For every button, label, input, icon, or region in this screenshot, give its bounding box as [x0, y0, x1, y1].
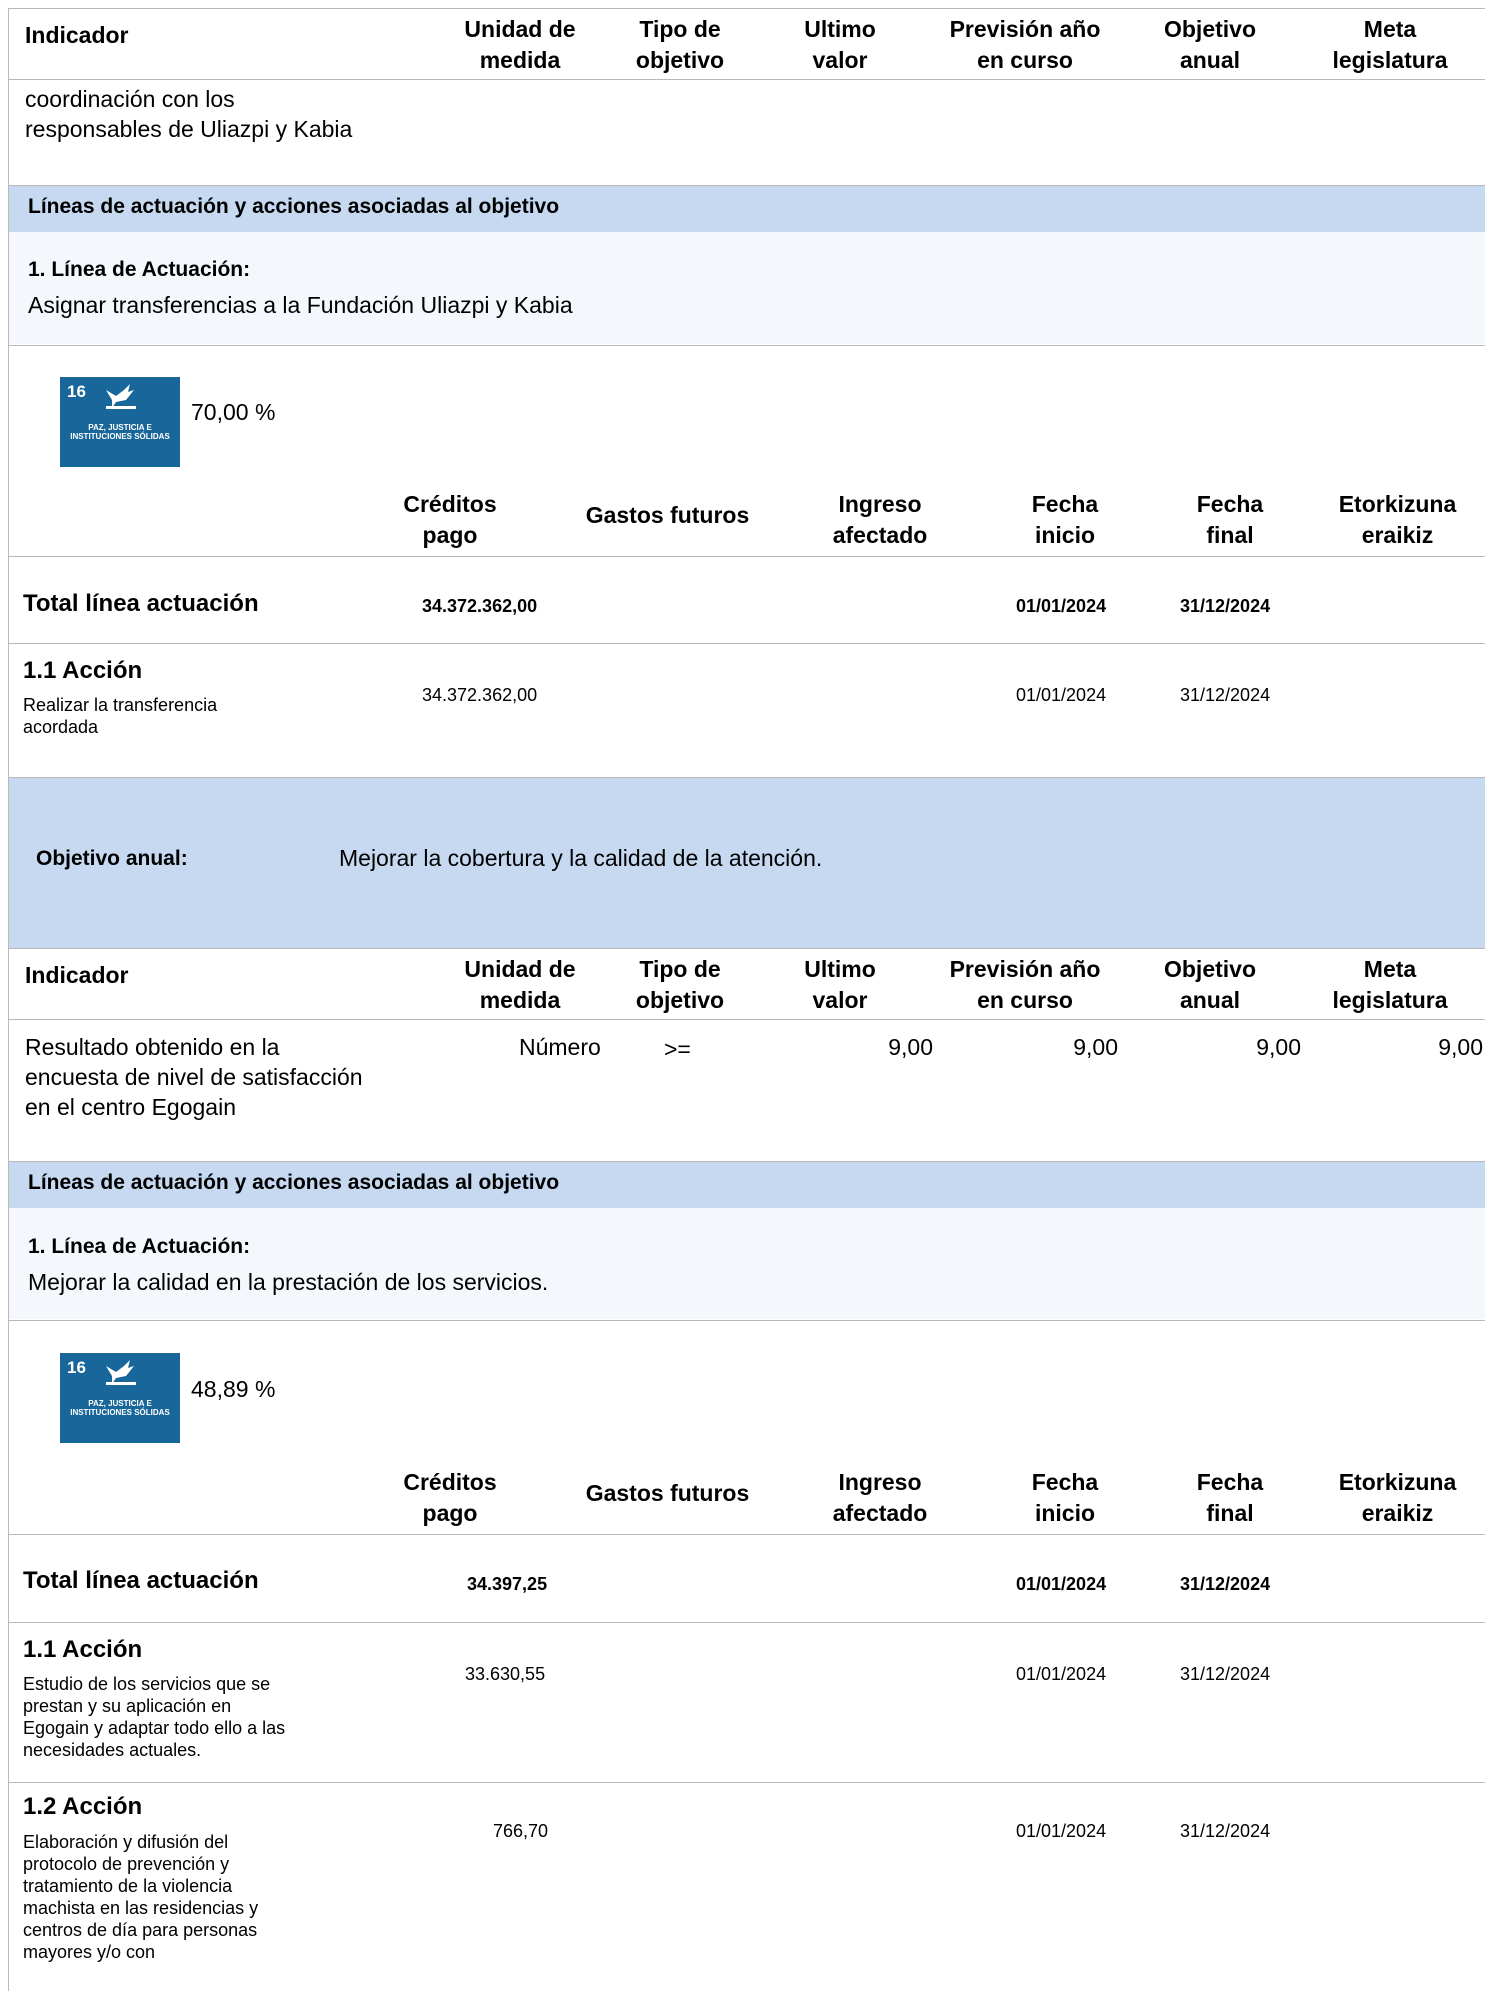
- sdg-number: 16: [67, 382, 86, 401]
- divider: [8, 1534, 1485, 1535]
- indicator-unidad: Número: [519, 1034, 601, 1060]
- total-final: 31/12/2024: [1180, 1574, 1271, 1594]
- accion-inicio: 01/01/2024: [1016, 1664, 1107, 1684]
- final-header: Fecha final: [1196, 1469, 1264, 1526]
- ingreso-header: Ingreso afectado: [832, 491, 928, 548]
- divider: [8, 556, 1485, 557]
- accion-inicio: 01/01/2024: [1016, 1821, 1107, 1841]
- accion-final: 31/12/2024: [1180, 1821, 1271, 1841]
- objetivo-header: Objetivo anual: [1163, 16, 1256, 73]
- creditos-header: Créditos pago: [403, 1469, 497, 1526]
- linea-desc: Asignar transferencias a la Fundación Ul…: [28, 292, 573, 318]
- total-label: Total línea actuación: [23, 590, 259, 617]
- lineas-heading: Líneas de actuación y acciones asociadas…: [28, 195, 560, 218]
- prevision-header: Previsión año en curso: [949, 956, 1101, 1013]
- accion-creditos: 34.372.362,00: [422, 685, 538, 705]
- accion-desc: Estudio de los servicios que se prestan …: [23, 1674, 286, 1760]
- total-label: Total línea actuación: [23, 1567, 259, 1594]
- total-inicio: 01/01/2024: [1016, 596, 1107, 616]
- divider: [8, 1019, 1485, 1020]
- accion-final: 31/12/2024: [1180, 685, 1271, 705]
- ultimo-header: Ultimo valor: [804, 956, 876, 1013]
- indicador-header: Indicador: [25, 962, 129, 988]
- sdg-16-badge: 16 PAZ, JUSTICIA E INSTITUCIONES SÓLIDAS: [60, 1353, 180, 1443]
- indicator-meta: 9,00: [1438, 1034, 1483, 1060]
- divider: [8, 8, 1485, 9]
- etorkizuna-header: Etorkizuna eraikiz: [1338, 491, 1457, 548]
- tipo-header: Tipo de objetivo: [635, 956, 725, 1013]
- ultimo-header: Ultimo valor: [804, 16, 876, 73]
- indicator-objetivo: 9,00: [1256, 1034, 1301, 1060]
- indicator-prevision: 9,00: [1073, 1034, 1118, 1060]
- accion-title: 1.1 Acción: [23, 657, 143, 684]
- total-inicio: 01/01/2024: [1016, 1574, 1107, 1594]
- sdg-percent: 70,00 %: [191, 399, 276, 425]
- accion-desc: Elaboración y difusión del protocolo de …: [23, 1832, 259, 1962]
- unidad-header: Unidad de medida: [464, 16, 576, 73]
- objetivo-anual-value: Mejorar la cobertura y la calidad de la …: [339, 845, 823, 871]
- accion-desc: Realizar la transferencia acordada: [23, 695, 218, 737]
- divider: [8, 948, 1485, 949]
- divider: [8, 1320, 1485, 1321]
- final-header: Fecha final: [1196, 491, 1264, 548]
- indicator-ultimo: 9,00: [888, 1034, 933, 1060]
- creditos-header: Créditos pago: [403, 491, 497, 548]
- accion-final: 31/12/2024: [1180, 1664, 1271, 1684]
- tipo-header: Tipo de objetivo: [635, 16, 725, 73]
- prevision-header: Previsión año en curso: [949, 16, 1101, 73]
- linea-band: [8, 1208, 1485, 1319]
- linea-band: [8, 232, 1485, 344]
- dove-icon: [106, 384, 136, 409]
- total-creditos: 34.372.362,00: [422, 596, 538, 616]
- meta-header: Meta legislatura: [1332, 956, 1448, 1013]
- ingreso-header: Ingreso afectado: [832, 1469, 928, 1526]
- gastos-header: Gastos futuros: [585, 1480, 750, 1506]
- indicator-name: Resultado obtenido en la encuesta de niv…: [25, 1034, 363, 1120]
- inicio-header: Fecha inicio: [1031, 1469, 1099, 1526]
- sdg-16-badge: 16 PAZ, JUSTICIA E INSTITUCIONES SÓLIDAS: [60, 377, 180, 467]
- gastos-header: Gastos futuros: [585, 502, 750, 528]
- divider: [8, 1622, 1485, 1623]
- meta-header: Meta legislatura: [1332, 16, 1448, 73]
- accion-inicio: 01/01/2024: [1016, 685, 1107, 705]
- sdg-caption: PAZ, JUSTICIA E INSTITUCIONES SÓLIDAS: [70, 1399, 170, 1417]
- linea-title: 1. Línea de Actuación:: [28, 258, 251, 281]
- divider: [8, 643, 1485, 644]
- etorkizuna-header: Etorkizuna eraikiz: [1338, 1469, 1457, 1526]
- divider: [8, 1782, 1485, 1783]
- accion-creditos: 33.630,55: [465, 1664, 546, 1684]
- total-creditos: 34.397,25: [467, 1574, 548, 1594]
- indicator-tipo: >=: [664, 1036, 691, 1062]
- divider: [8, 345, 1485, 346]
- table-left-border: [8, 8, 9, 1991]
- indicator-continuation: coordinación con los responsables de Uli…: [25, 86, 353, 142]
- inicio-header: Fecha inicio: [1031, 491, 1099, 548]
- accion-title: 1.1 Acción: [23, 1636, 143, 1663]
- dove-icon: [106, 1360, 136, 1385]
- objetivo-anual-label: Objetivo anual:: [36, 847, 188, 870]
- lineas-heading: Líneas de actuación y acciones asociadas…: [28, 1171, 560, 1194]
- sdg-percent: 48,89 %: [191, 1376, 276, 1402]
- accion-title: 1.2 Acción: [23, 1793, 143, 1820]
- accion-creditos: 766,70: [493, 1821, 549, 1841]
- sdg-number: 16: [67, 1358, 86, 1377]
- indicador-header: Indicador: [25, 22, 129, 48]
- linea-title: 1. Línea de Actuación:: [28, 1235, 251, 1258]
- linea-desc: Mejorar la calidad en la prestación de l…: [28, 1269, 549, 1295]
- unidad-header: Unidad de medida: [464, 956, 576, 1013]
- sdg-caption: PAZ, JUSTICIA E INSTITUCIONES SÓLIDAS: [70, 423, 170, 441]
- total-final: 31/12/2024: [1180, 596, 1271, 616]
- objetivo-header: Objetivo anual: [1163, 956, 1256, 1013]
- divider: [8, 79, 1485, 80]
